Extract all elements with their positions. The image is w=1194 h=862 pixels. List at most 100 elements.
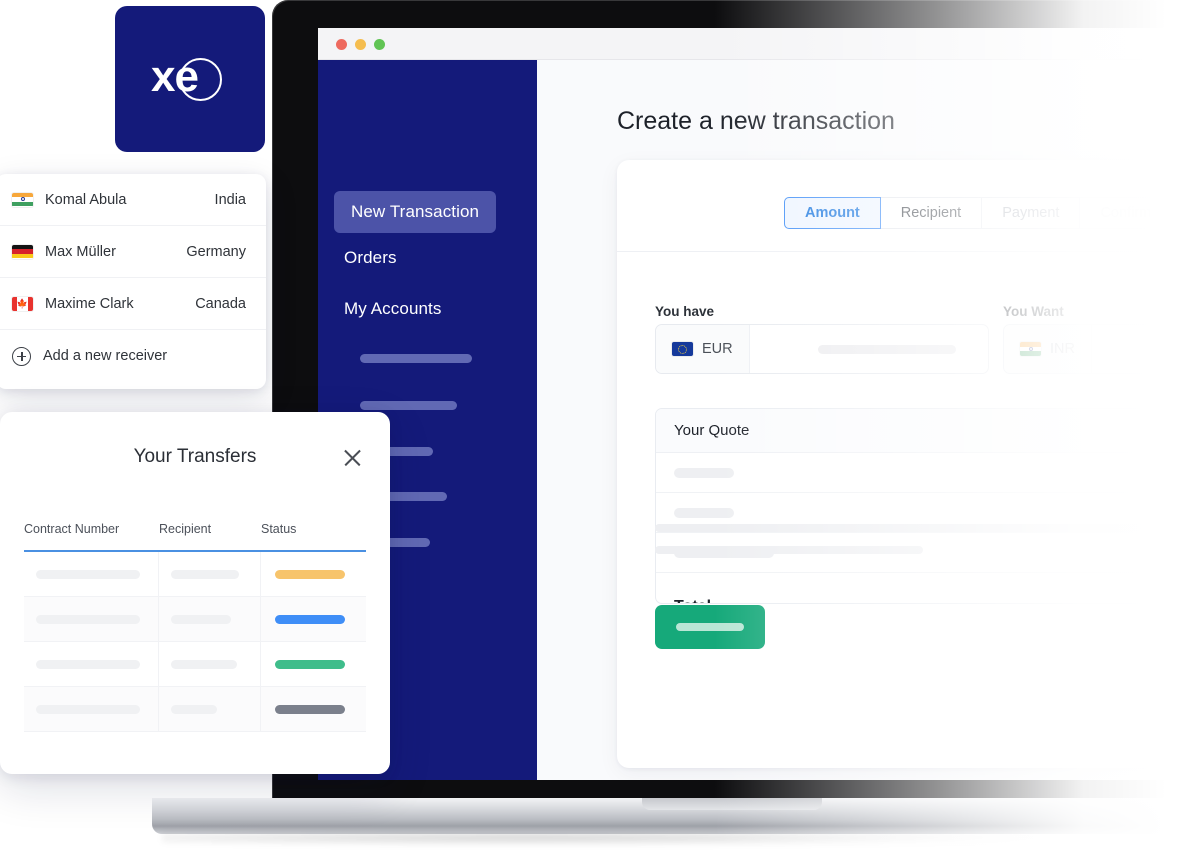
you-want-label: You Want xyxy=(1003,304,1064,319)
recipient-name: Maxime Clark xyxy=(45,295,134,312)
cell-placeholder xyxy=(171,659,237,669)
cell-recipient xyxy=(159,642,261,686)
continue-button[interactable] xyxy=(655,605,765,649)
plus-circle-icon xyxy=(12,346,31,366)
table-row[interactable] xyxy=(24,687,366,731)
cell-placeholder xyxy=(36,569,140,579)
maximize-window-dot[interactable] xyxy=(374,39,385,50)
transfers-table: Contract Number Recipient Status xyxy=(24,522,366,732)
laptop-base-notch xyxy=(642,798,822,810)
wizard-tabs: Amount Recipient Payment Confirm xyxy=(784,197,1173,229)
status-badge xyxy=(275,614,345,624)
add-receiver-row[interactable]: Add a new receiver xyxy=(0,330,266,382)
tab-payment[interactable]: Payment xyxy=(982,197,1081,229)
sidebar-item-label: My Accounts xyxy=(344,299,442,318)
cell-recipient xyxy=(159,597,261,641)
main-content: Create a new transaction Amount Recipien… xyxy=(537,60,1194,780)
laptop-mockup: New Transaction Orders My Accounts Creat… xyxy=(152,0,1194,846)
sidebar-item-new-transaction[interactable]: New Transaction xyxy=(334,191,497,233)
tab-label: Recipient xyxy=(900,205,962,221)
germany-flag-icon xyxy=(12,244,33,259)
table-header-row: Contract Number Recipient Status xyxy=(24,522,366,552)
cell-status xyxy=(261,642,366,686)
your-transfers-modal: Your Transfers Contract Number Recipient… xyxy=(0,412,390,774)
laptop-screen: New Transaction Orders My Accounts Creat… xyxy=(318,28,1194,780)
currency-code: INR xyxy=(1050,341,1075,357)
status-badge xyxy=(275,569,345,579)
browser-titlebar xyxy=(318,28,1194,60)
row-divider xyxy=(24,731,366,732)
cell-placeholder xyxy=(171,569,239,579)
xe-logo-tile: xe xyxy=(115,6,265,152)
recipient-row[interactable]: 🍁 Maxime Clark Canada xyxy=(0,278,266,330)
table-row[interactable] xyxy=(24,597,366,641)
tab-recipient[interactable]: Recipient xyxy=(880,197,983,229)
cell-placeholder xyxy=(171,704,217,714)
quote-row xyxy=(656,453,1194,493)
transaction-card: Amount Recipient Payment Confirm You hav… xyxy=(617,160,1194,768)
recipient-name: Max Müller xyxy=(45,243,116,260)
currency-selector-eur[interactable]: EUR xyxy=(656,325,750,373)
cell-placeholder xyxy=(171,614,231,624)
tab-amount[interactable]: Amount xyxy=(784,197,881,229)
eu-flag-icon xyxy=(672,342,693,356)
xe-logo-mark: xe xyxy=(151,51,229,107)
quote-header: Your Quote xyxy=(656,409,1194,453)
recipient-country: Canada xyxy=(195,295,246,312)
quote-placeholder xyxy=(674,467,734,478)
close-window-dot[interactable] xyxy=(336,39,347,50)
recipients-card: Komal Abula India Max Müller Germany 🍁 M… xyxy=(0,174,266,389)
cell-contract-number xyxy=(24,552,159,596)
cell-status xyxy=(261,552,366,596)
sidebar-item-orders[interactable]: Orders xyxy=(344,248,397,268)
table-row[interactable] xyxy=(24,552,366,596)
tab-label: Payment xyxy=(1002,205,1060,221)
tabs-divider xyxy=(617,251,1194,252)
recipient-row[interactable]: Max Müller Germany xyxy=(0,226,266,278)
currency-code: EUR xyxy=(702,341,733,357)
sidebar-item-label: Orders xyxy=(344,248,397,267)
cell-placeholder xyxy=(36,614,140,624)
column-header-status: Status xyxy=(261,522,297,536)
browser-window: New Transaction Orders My Accounts Creat… xyxy=(318,28,1194,780)
recipient-name: Komal Abula xyxy=(45,191,127,208)
cell-status xyxy=(261,597,366,641)
recipient-row[interactable]: Komal Abula India xyxy=(0,174,266,226)
column-header-recipient: Recipient xyxy=(159,522,212,536)
sidebar-placeholder-bar xyxy=(360,354,472,363)
sidebar-placeholder-bar xyxy=(360,401,457,410)
tab-confirm[interactable]: Confirm xyxy=(1080,197,1173,229)
cell-contract-number xyxy=(24,597,159,641)
sidebar-item-label: New Transaction xyxy=(351,202,480,221)
cell-status xyxy=(261,687,366,731)
xe-logo-circle xyxy=(179,58,222,101)
status-badge xyxy=(275,659,345,669)
page-title: Create a new transaction xyxy=(617,107,895,135)
you-have-label: You have xyxy=(655,304,715,319)
footer-placeholder-bar xyxy=(655,546,923,554)
sidebar-item-my-accounts[interactable]: My Accounts xyxy=(344,299,441,319)
you-have-field[interactable]: EUR xyxy=(655,324,989,374)
currency-selector-inr[interactable]: INR xyxy=(1004,325,1092,373)
quote-placeholder xyxy=(674,507,734,518)
cell-contract-number xyxy=(24,642,159,686)
cell-recipient xyxy=(159,552,261,596)
tab-label: Confirm xyxy=(1100,205,1152,221)
quote-total-row: Total xyxy=(656,573,1194,603)
close-icon[interactable] xyxy=(342,447,364,469)
cell-recipient xyxy=(159,687,261,731)
cell-contract-number xyxy=(24,687,159,731)
status-badge xyxy=(275,704,345,714)
canada-flag-icon: 🍁 xyxy=(12,296,33,311)
minimize-window-dot[interactable] xyxy=(355,39,366,50)
tab-label: Amount xyxy=(805,205,860,221)
recipient-country: India xyxy=(214,191,246,208)
table-row[interactable] xyxy=(24,642,366,686)
laptop-shadow xyxy=(162,832,1062,846)
india-flag-icon xyxy=(1020,342,1041,356)
quote-panel: Your Quote To xyxy=(655,408,1194,604)
you-want-field[interactable]: INR xyxy=(1003,324,1194,374)
column-header-contract-number: Contract Number xyxy=(24,522,120,536)
cell-placeholder xyxy=(36,659,140,669)
quote-total-label: Total xyxy=(674,598,711,603)
